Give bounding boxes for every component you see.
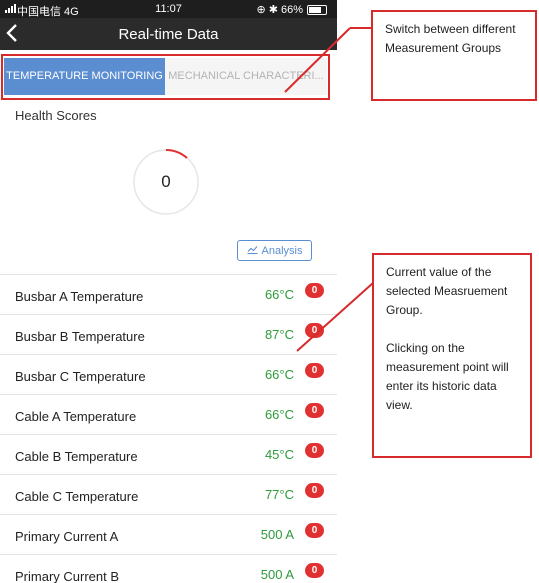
callout-current-value: Current value of the selected Measruemen… xyxy=(372,253,532,458)
callout-switch-groups: Switch between different Measurement Gro… xyxy=(371,10,537,101)
